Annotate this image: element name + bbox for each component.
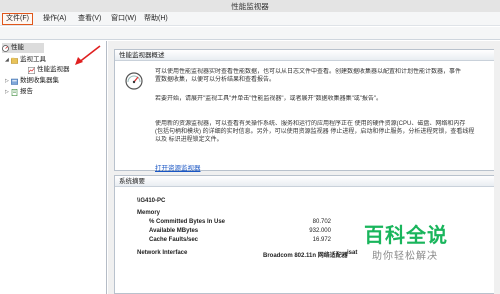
tree-label-monitoring-tools: 监视工具 — [20, 56, 46, 63]
network-interface-label: Network Interface — [137, 250, 188, 256]
tree-item-data-collector-sets[interactable]: ▷ 数据收集器集 — [5, 76, 59, 86]
counter-value: 80.702 — [312, 219, 331, 225]
paragraph-line: 置数据收集，以便可以分析结果和查看报告。 — [155, 77, 276, 83]
overview-paragraph-2: 若要开始，请展开"监视工具"并单击"性能监视器"，或者展开"数据收集器集"或"报… — [155, 95, 500, 103]
network-adapter-name: Broadcom 802.11n 网络适配器 — [263, 253, 348, 259]
paragraph-line: 若要开始，请展开"监视工具"并单击"性能监视器"，或者展开"数据收集器集"或"报… — [155, 96, 383, 102]
summary-header: 系统摘要 — [115, 176, 499, 187]
folder-icon — [11, 57, 18, 64]
vertical-scrollbar[interactable] — [494, 41, 500, 294]
performance-icon — [2, 44, 9, 52]
menu-bar: 文件(F) 操作(A) 查看(V) 窗口(W) 帮助(H) — [0, 12, 500, 26]
watermark: 百科全说 助你轻松解决 — [360, 219, 490, 267]
menu-action[interactable]: 操作(A) — [40, 13, 69, 25]
overview-paragraph-3: 使用新的资源监视器，可以查看有关操作系统、服务和运行的应用程序正在 使用的硬件资… — [155, 120, 500, 144]
tree-label-reports: 报告 — [20, 88, 33, 95]
memory-label: Memory — [137, 210, 161, 216]
tree-item-performance[interactable]: 性能 — [2, 43, 44, 53]
counter-name: % Committed Bytes In Use — [149, 219, 226, 225]
data-collector-icon — [11, 78, 18, 85]
network-adapter-other: isat — [347, 250, 358, 256]
overview-panel: 性能监视器概述 可以使用性能监视器实时查看性能数据，也可以从日志文件中查看。创建… — [114, 49, 500, 172]
menu-view[interactable]: 查看(V) — [75, 13, 104, 25]
tree-label-data-collector-sets: 数据收集器集 — [20, 77, 59, 84]
toolbar — [0, 27, 500, 40]
paragraph-line: 可以使用性能监视器实时查看性能数据，也可以从日志文件中查看。创建数据收集器以配置… — [155, 69, 462, 75]
window-title: 性能监视器 — [231, 2, 269, 11]
menu-window[interactable]: 窗口(W) — [108, 13, 139, 25]
tree-label-performance: 性能 — [11, 44, 24, 51]
counter-name: Available MBytes — [149, 228, 199, 234]
counter-value: 16.972 — [312, 237, 331, 243]
chart-icon — [28, 66, 35, 74]
menu-file[interactable]: 文件(F) — [2, 13, 33, 25]
menu-help[interactable]: 帮助(H) — [141, 13, 171, 25]
annotation-arrow-icon — [75, 45, 101, 65]
watermark-title: 百科全说 — [364, 223, 448, 247]
watermark-subtitle: 助你轻松解决 — [372, 251, 438, 262]
counter-value: 932.000 — [309, 228, 331, 234]
paragraph-line: 以及 标识进程锁定文件。 — [155, 137, 223, 143]
tree-label-performance-monitor: 性能监视器 — [37, 66, 70, 73]
computer-name: \\G410-PC — [137, 198, 166, 204]
tree-item-reports[interactable]: ▷ 报告 — [5, 87, 33, 97]
title-bar: 性能监视器 — [0, 0, 500, 12]
tree-item-monitoring-tools[interactable]: ◢ 监视工具 — [5, 55, 46, 65]
paragraph-line: 使用新的资源监视器，可以查看有关操作系统、服务和运行的应用程序正在 使用的硬件资… — [155, 121, 466, 127]
paragraph-line: (包括句柄和模块) 的详细的实时信息。另外，可以使用资源监视器 停止进程，启动和… — [155, 129, 475, 135]
counter-name: Cache Faults/sec — [149, 237, 199, 243]
tree-item-performance-monitor[interactable]: 性能监视器 — [28, 65, 70, 75]
overview-header: 性能监视器概述 — [115, 50, 499, 61]
navigation-tree: 性能 ◢ 监视工具 性能监视器 ▷ 数据收集器集 ▷ 报告 — [0, 41, 107, 294]
gauge-icon — [125, 72, 143, 90]
overview-paragraph-1: 可以使用性能监视器实时查看性能数据，也可以从日志文件中查看。创建数据收集器以配置… — [155, 68, 500, 84]
report-icon — [11, 88, 18, 96]
open-resource-monitor-link[interactable]: 打开资源监视器 — [155, 162, 201, 172]
